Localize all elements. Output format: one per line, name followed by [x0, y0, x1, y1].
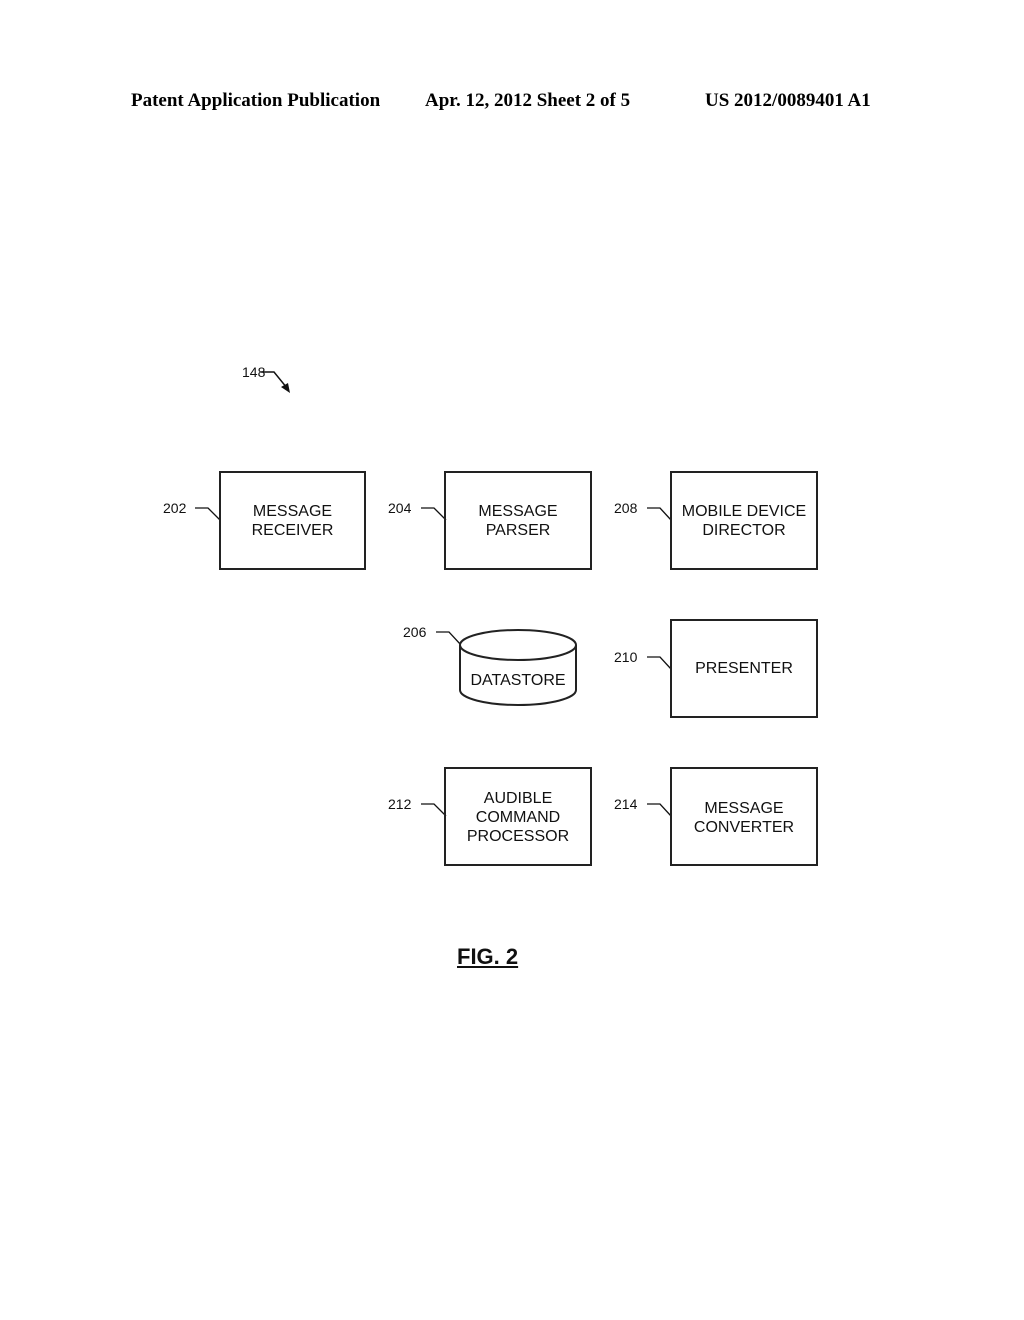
- publication-type: Patent Application Publication: [131, 90, 381, 111]
- ref-212: 212: [388, 796, 412, 812]
- ref-204: 204: [388, 500, 412, 516]
- publication-number: US 2012/0089401 A1: [705, 90, 871, 111]
- message-receiver-box: MESSAGE RECEIVER: [219, 471, 366, 570]
- ref-206: 206: [403, 624, 427, 640]
- leader-212: [421, 803, 447, 817]
- leader-202: [195, 507, 221, 521]
- ref-210: 210: [614, 649, 638, 665]
- audible-command-processor-box: AUDIBLE COMMAND PROCESSOR: [444, 767, 592, 866]
- message-parser-box: MESSAGE PARSER: [444, 471, 592, 570]
- figure-caption: FIG. 2: [457, 944, 519, 969]
- leader-214: [647, 803, 672, 817]
- message-converter-box: MESSAGE CONVERTER: [670, 767, 818, 866]
- leader-210: [647, 656, 672, 670]
- leader-204: [421, 507, 447, 521]
- leader-208: [647, 507, 672, 521]
- leader-lines: [195, 371, 672, 817]
- presenter-box: PRESENTER: [670, 619, 818, 718]
- datastore-label: DATASTORE: [470, 671, 566, 689]
- ref-208: 208: [614, 500, 638, 516]
- ref-214: 214: [614, 796, 638, 812]
- mobile-device-director-box: MOBILE DEVICE DIRECTOR: [670, 471, 818, 570]
- ref-148-arrowhead: [281, 383, 290, 393]
- leader-206: [436, 631, 462, 646]
- ref-202: 202: [163, 500, 187, 516]
- ref-148: 148: [242, 364, 266, 380]
- publication-date-sheet: Apr. 12, 2012 Sheet 2 of 5: [425, 90, 631, 111]
